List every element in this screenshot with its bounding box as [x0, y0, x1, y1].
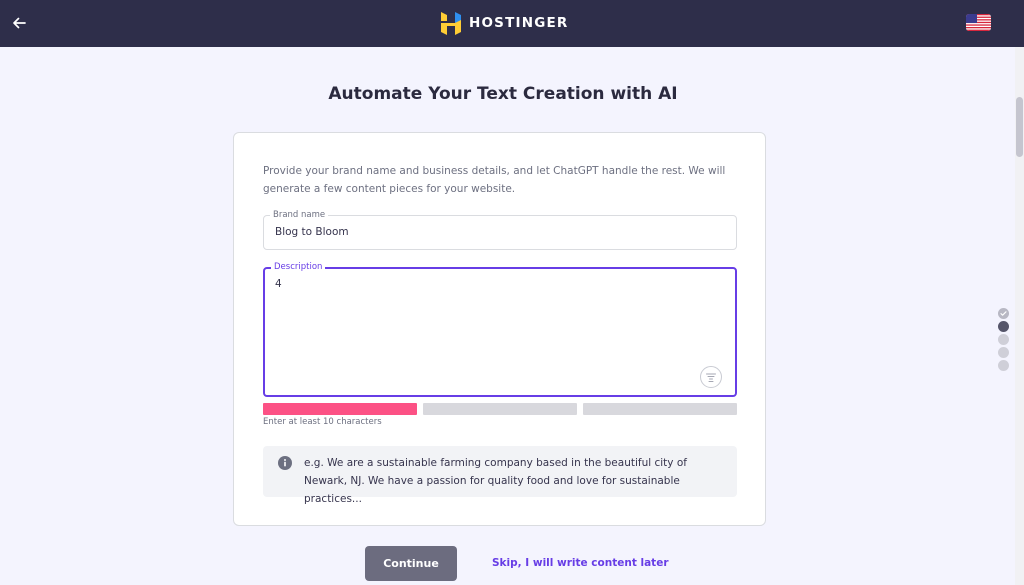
- top-bar: HOSTINGER: [0, 0, 1024, 47]
- description-field[interactable]: Description 4: [263, 261, 737, 397]
- progress-segment-3: [583, 403, 737, 415]
- brand-name: HOSTINGER: [469, 15, 569, 31]
- step-dot-completed: [998, 308, 1009, 319]
- brand-name-field[interactable]: Brand name Blog to Bloom: [263, 209, 737, 250]
- continue-button[interactable]: Continue: [365, 546, 457, 581]
- page-title: Automate Your Text Creation with AI: [328, 84, 678, 104]
- brand-name-input[interactable]: Blog to Bloom: [275, 226, 349, 238]
- example-text: e.g. We are a sustainable farming compan…: [304, 457, 687, 505]
- scrollbar-thumb[interactable]: [1016, 97, 1023, 157]
- ai-suggest-icon: [706, 373, 716, 382]
- page-scrollbar[interactable]: [1015, 47, 1024, 585]
- step-dot-upcoming: [998, 360, 1009, 371]
- character-progress-bar: [263, 403, 737, 415]
- info-icon: [278, 456, 292, 470]
- step-dot-upcoming: [998, 334, 1009, 345]
- progress-segment-1: [263, 403, 417, 415]
- example-box: e.g. We are a sustainable farming compan…: [263, 446, 737, 505]
- brand-name-label: Brand name: [270, 209, 329, 221]
- step-dot-current: [998, 321, 1009, 332]
- skip-link[interactable]: Skip, I will write content later: [492, 557, 669, 569]
- description-label: Description: [271, 261, 326, 273]
- description-textarea[interactable]: 4: [275, 278, 282, 290]
- progress-segment-2: [423, 403, 577, 415]
- us-flag-icon: [966, 14, 991, 31]
- back-button[interactable]: [8, 12, 30, 34]
- check-icon: [1000, 311, 1007, 316]
- character-hint: Enter at least 10 characters: [263, 417, 382, 427]
- ai-suggest-button[interactable]: [700, 366, 722, 388]
- arrow-left-icon: [13, 17, 26, 29]
- hostinger-logo[interactable]: HOSTINGER: [441, 11, 569, 35]
- language-selector[interactable]: [966, 14, 991, 31]
- step-dot-upcoming: [998, 347, 1009, 358]
- intro-text: Provide your brand name and business det…: [263, 165, 726, 195]
- hostinger-logo-icon: [441, 11, 461, 35]
- form-card: Provide your brand name and business det…: [233, 132, 766, 526]
- step-indicator: [998, 308, 1010, 373]
